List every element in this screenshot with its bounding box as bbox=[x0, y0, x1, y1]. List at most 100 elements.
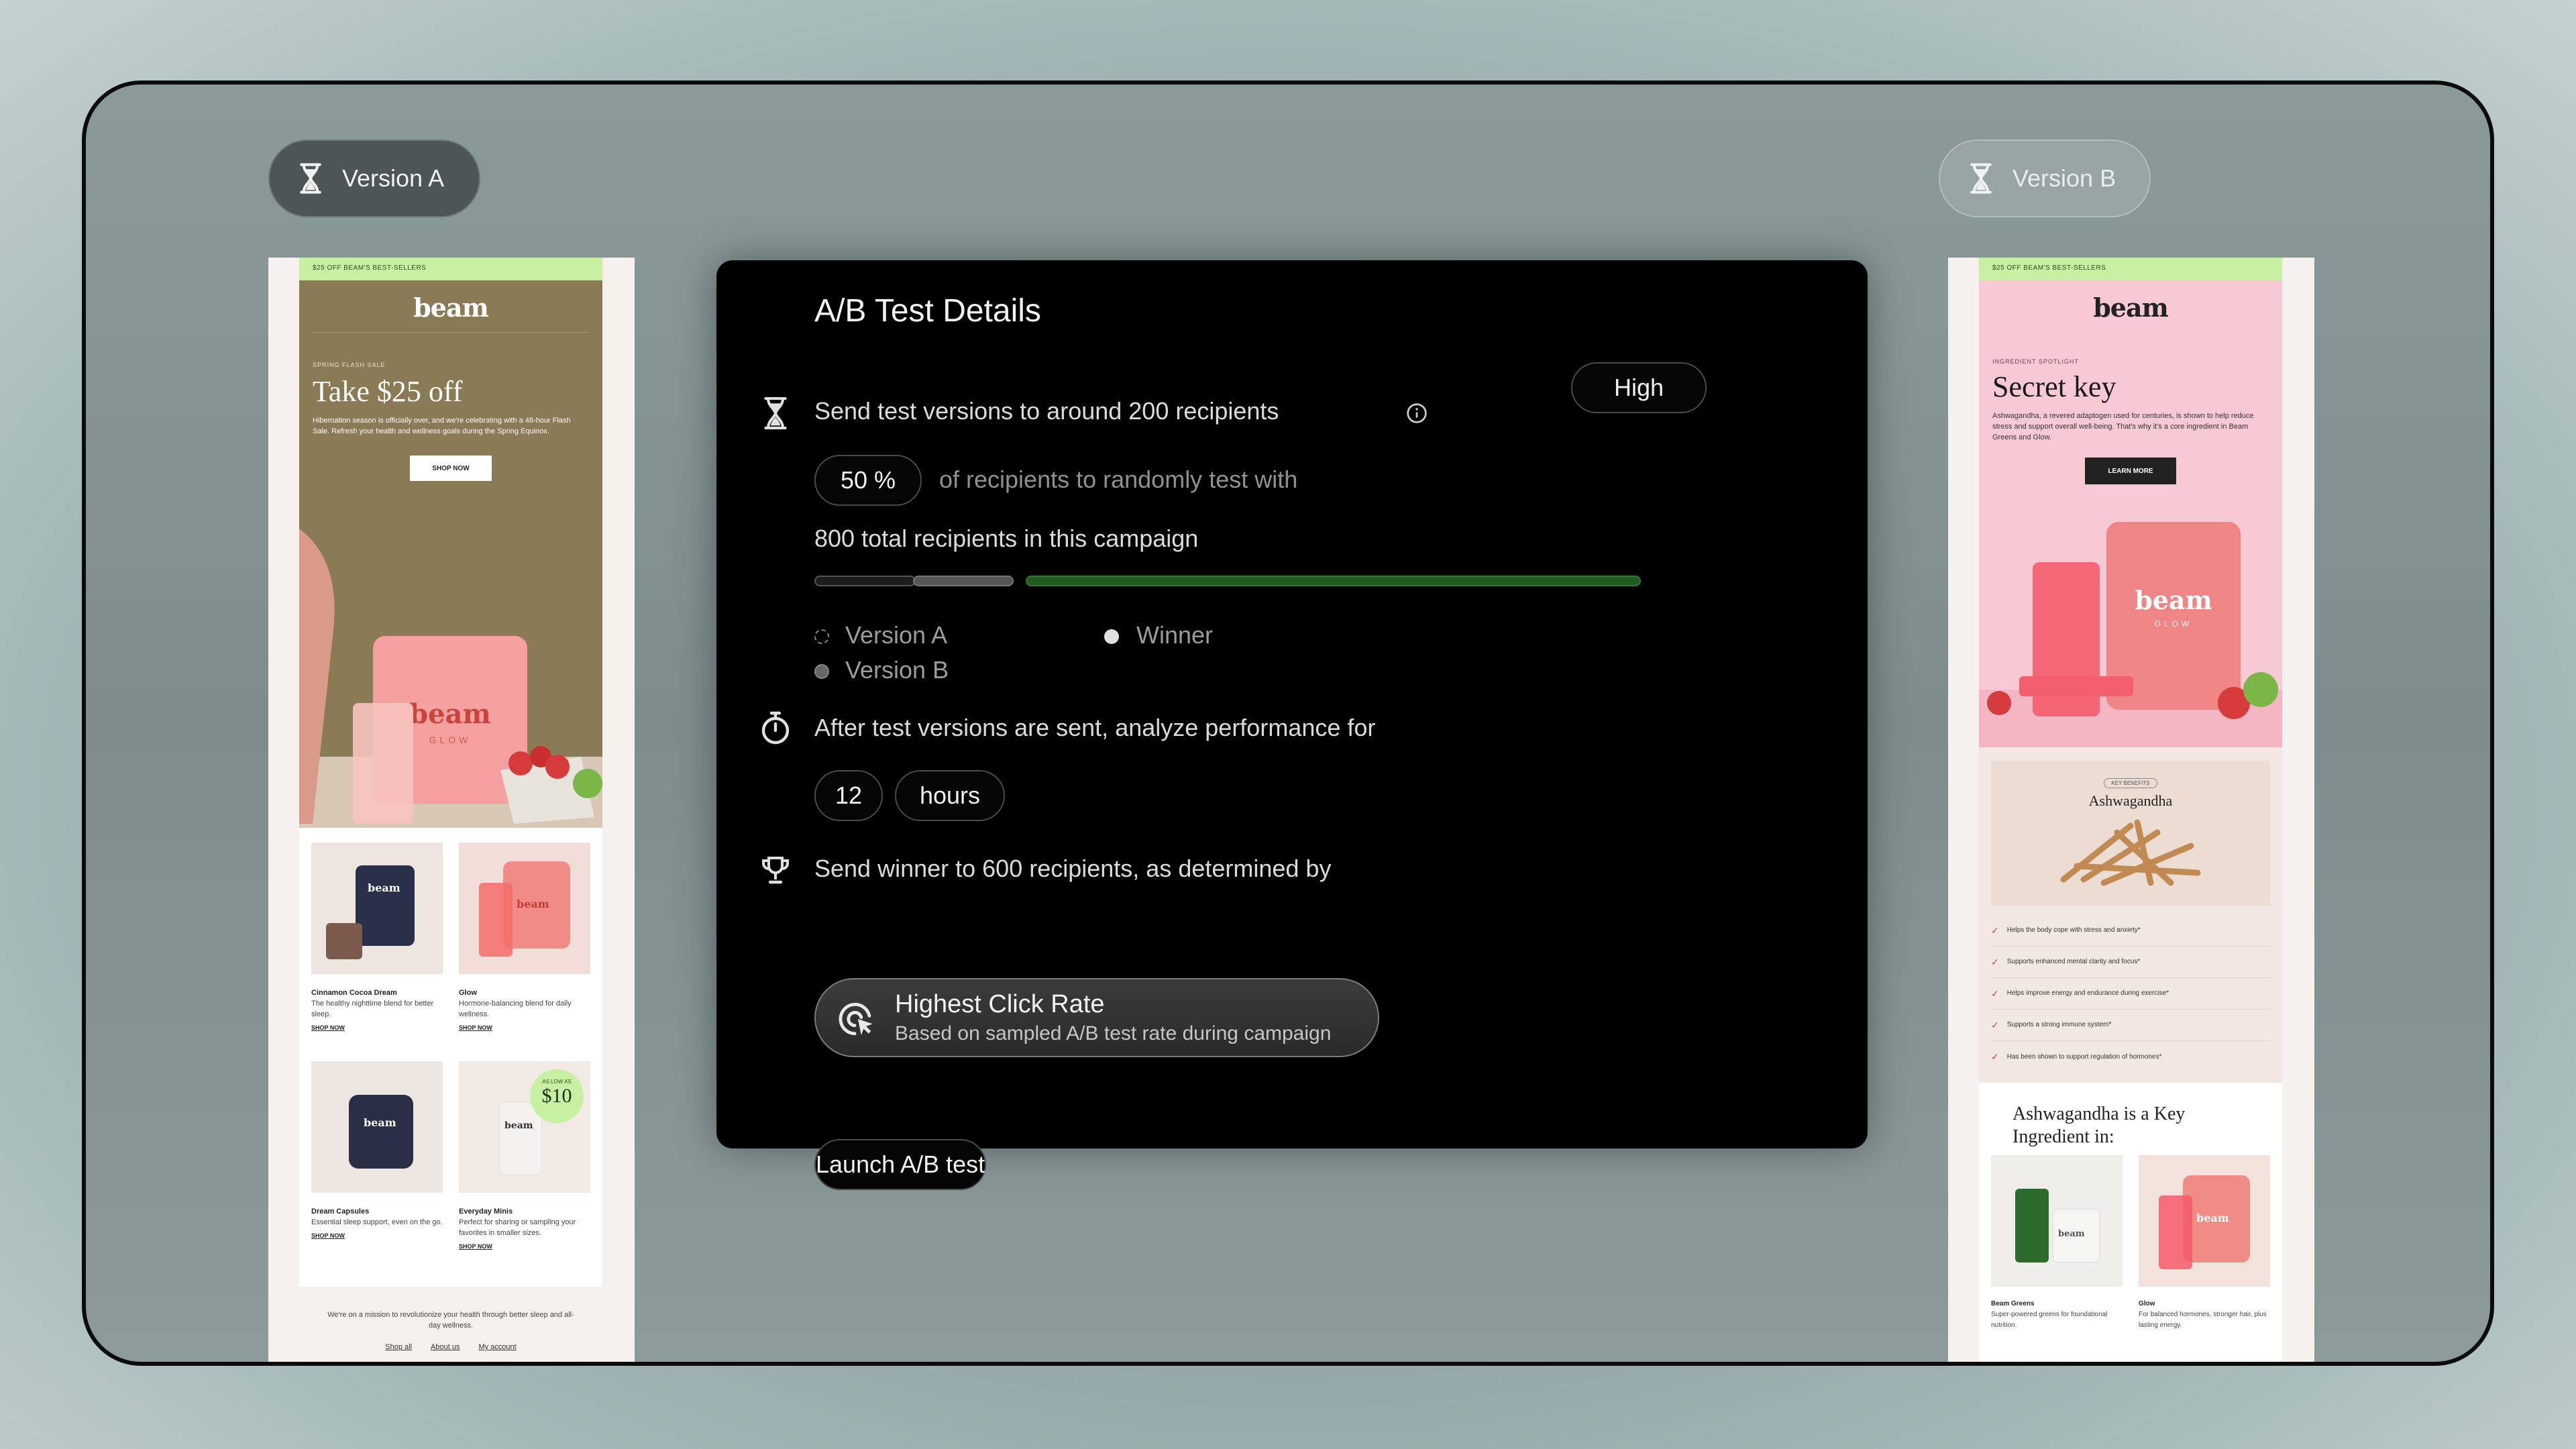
benefit-item: ✓ Helps improve energy and endurance dur… bbox=[1991, 978, 2270, 1010]
headline: Secret key bbox=[1992, 370, 2116, 403]
version-a-label: Version A bbox=[342, 164, 445, 192]
product-image: beam AS LOW AS $10 bbox=[459, 1061, 590, 1193]
product-card[interactable]: beam Glow Hormone-balancing blend for da… bbox=[459, 843, 590, 1033]
benefit-item: ✓ Supports a strong immune system* bbox=[1991, 1010, 2270, 1041]
send-test-text: Send test versions to around 200 recipie… bbox=[814, 397, 1279, 425]
version-b-tab[interactable]: Version B bbox=[1939, 140, 2151, 217]
app-frame: Version A Version B $25 OFF BEAM'S BEST-… bbox=[82, 80, 2494, 1366]
footer-link-shop-all[interactable]: Shop all bbox=[385, 1342, 412, 1352]
product-desc: Super-powered greens for foundational nu… bbox=[1991, 1311, 2108, 1329]
product-name: Glow bbox=[2139, 1300, 2155, 1307]
cursor-click-icon bbox=[839, 1002, 873, 1036]
version-b-label: Version B bbox=[2012, 164, 2116, 192]
product-desc: Essential sleep support, even on the go. bbox=[311, 1218, 443, 1226]
shop-now-link[interactable]: SHOP NOW bbox=[311, 1022, 443, 1033]
launch-ab-test-button[interactable]: Launch A/B test bbox=[814, 1139, 987, 1190]
product-name: Cinnamon Cocoa Dream bbox=[311, 989, 397, 997]
info-icon[interactable] bbox=[1406, 402, 1428, 424]
hero-body: Hibernation season is officially over, a… bbox=[313, 417, 571, 435]
product-name: Beam Greens bbox=[1991, 1300, 2035, 1307]
version-a-tab[interactable]: Version A bbox=[268, 140, 480, 217]
email-preview-b[interactable]: $25 OFF BEAM'S BEST-SELLERS beam INGREDI… bbox=[1948, 258, 2314, 1362]
product-image: beam bbox=[311, 1061, 443, 1193]
product-card[interactable]: beam Dream Capsules Essential sleep supp… bbox=[311, 1061, 443, 1241]
winner-text: Send winner to 600 recipients, as determ… bbox=[814, 855, 1332, 882]
brand-logo: beam bbox=[413, 292, 489, 323]
product-card[interactable]: beam AS LOW AS $10 Everyday Minis Perfec… bbox=[459, 1061, 590, 1252]
product-card[interactable]: beam Cinnamon Cocoa Dream The healthy ni… bbox=[311, 843, 443, 1033]
learn-more-button[interactable]: LEARN MORE bbox=[2085, 458, 2176, 484]
product-image: beam bbox=[1991, 1155, 2123, 1287]
legend-version-b: Version B bbox=[845, 656, 949, 684]
benefit-text: Helps the body cope with stress and anxi… bbox=[2006, 926, 2141, 934]
footer-text: We're on a mission to revolutionize your… bbox=[327, 1311, 574, 1330]
hero-section: beam INGREDIENT SPOTLIGHT Secret key Ash… bbox=[1979, 280, 2282, 747]
legend-dot-version-a bbox=[814, 629, 829, 644]
shop-now-button[interactable]: SHOP NOW bbox=[410, 455, 492, 481]
svg-text:beam: beam bbox=[409, 698, 491, 730]
hourglass-icon bbox=[764, 396, 787, 430]
legend-version-a: Version A bbox=[845, 621, 948, 649]
percent-input[interactable]: 50 % bbox=[814, 455, 922, 506]
product-desc: For balanced hormones, stronger hair, pl… bbox=[2139, 1311, 2267, 1329]
total-recipients-text: 800 total recipients in this campaign bbox=[814, 525, 1199, 552]
winner-criteria-select[interactable]: Highest Click Rate Based on sampled A/B … bbox=[814, 978, 1379, 1057]
benefits-tag: KEY BENEFITS bbox=[2104, 778, 2157, 788]
hero-section: beam SPRING FLASH SALE Take $25 off Hibe… bbox=[299, 280, 602, 828]
benefit-item: ✓ Has been shown to support regulation o… bbox=[1991, 1041, 2270, 1073]
recipient-split-bar bbox=[814, 576, 1641, 588]
benefits-section: KEY BENEFITS Ashwagandha ✓ Helps the bod… bbox=[1979, 747, 2282, 1083]
benefits-image: KEY BENEFITS Ashwagandha bbox=[1991, 761, 2270, 906]
product-desc: Hormone-balancing blend for daily wellne… bbox=[459, 1000, 572, 1018]
shop-now-link[interactable]: SHOP NOW bbox=[459, 1022, 590, 1033]
product-desc: Perfect for sharing or sampling your fav… bbox=[459, 1218, 576, 1237]
shop-now-link[interactable]: SHOP NOW bbox=[459, 1241, 590, 1252]
check-icon: ✓ bbox=[1991, 956, 1999, 967]
product-grid: beam Cinnamon Cocoa Dream The healthy ni… bbox=[299, 828, 602, 1287]
promo-banner: $25 OFF BEAM'S BEST-SELLERS bbox=[299, 258, 602, 280]
check-icon: ✓ bbox=[1991, 1051, 1999, 1062]
product-image: beam bbox=[311, 843, 443, 974]
product-name: Dream Capsules bbox=[311, 1208, 370, 1216]
price-badge: AS LOW AS $10 bbox=[530, 1069, 584, 1123]
percent-suffix-text: of recipients to randomly test with bbox=[939, 466, 1298, 493]
benefit-item: ✓ Helps the body cope with stress and an… bbox=[1991, 915, 2270, 947]
product-image: beam bbox=[459, 843, 590, 974]
email-footer: We're on a mission to revolutionize your… bbox=[299, 1287, 602, 1362]
duration-value-input[interactable]: 12 bbox=[814, 770, 883, 821]
product-card[interactable]: beam Glow For balanced hormones, stronge… bbox=[2139, 1155, 2270, 1331]
brand-logo: beam bbox=[2093, 292, 2169, 323]
product-card[interactable]: beam Beam Greens Super-powered greens fo… bbox=[1991, 1155, 2123, 1331]
promo-banner: $25 OFF BEAM'S BEST-SELLERS bbox=[1979, 258, 2282, 280]
version-a-segment bbox=[814, 576, 916, 586]
benefit-text: Supports enhanced mental clarity and foc… bbox=[2006, 958, 2141, 965]
shop-now-link[interactable]: SHOP NOW bbox=[311, 1230, 443, 1241]
confidence-chip[interactable]: High bbox=[1571, 362, 1707, 413]
email-preview-a[interactable]: $25 OFF BEAM'S BEST-SELLERS beam SPRING … bbox=[268, 258, 635, 1362]
product-name: Everyday Minis bbox=[459, 1208, 513, 1216]
ab-test-details-panel: A/B Test Details Send test versions to a… bbox=[716, 260, 1868, 1190]
stopwatch-icon bbox=[761, 711, 790, 745]
product-name: Glow bbox=[459, 989, 477, 997]
headline: Take $25 off bbox=[313, 375, 463, 408]
ashwagandha-root-image bbox=[2060, 819, 2201, 886]
analyze-text: After test versions are sent, analyze pe… bbox=[814, 714, 1376, 741]
winner-segment bbox=[1026, 576, 1641, 586]
svg-text:GLOW: GLOW bbox=[429, 735, 472, 745]
hero-product-image: beam GLOW bbox=[299, 502, 602, 828]
legend-winner: Winner bbox=[1136, 621, 1214, 649]
benefit-text: Supports a strong immune system* bbox=[2006, 1021, 2112, 1028]
hero-body: Ashwagandha, a revered adaptogen used fo… bbox=[1992, 412, 2254, 441]
duration-unit-select[interactable]: hours bbox=[895, 770, 1005, 821]
hero-product-image: beam GLOW bbox=[1979, 502, 2282, 747]
criteria-subtitle: Based on sampled A/B test rate during ca… bbox=[895, 1022, 1332, 1044]
panel-title: A/B Test Details bbox=[814, 293, 1041, 329]
legend-dot-version-b bbox=[814, 664, 829, 679]
key-ingredient-title: Ashwagandha is a Key Ingredient in: bbox=[2012, 1104, 2186, 1147]
benefit-item: ✓ Supports enhanced mental clarity and f… bbox=[1991, 947, 2270, 978]
check-icon: ✓ bbox=[1991, 987, 1999, 999]
svg-text:beam: beam bbox=[2135, 585, 2212, 615]
criteria-title: Highest Click Rate bbox=[895, 990, 1105, 1018]
footer-link-my-account[interactable]: My account bbox=[478, 1342, 516, 1352]
footer-link-about-us[interactable]: About us bbox=[431, 1342, 460, 1352]
